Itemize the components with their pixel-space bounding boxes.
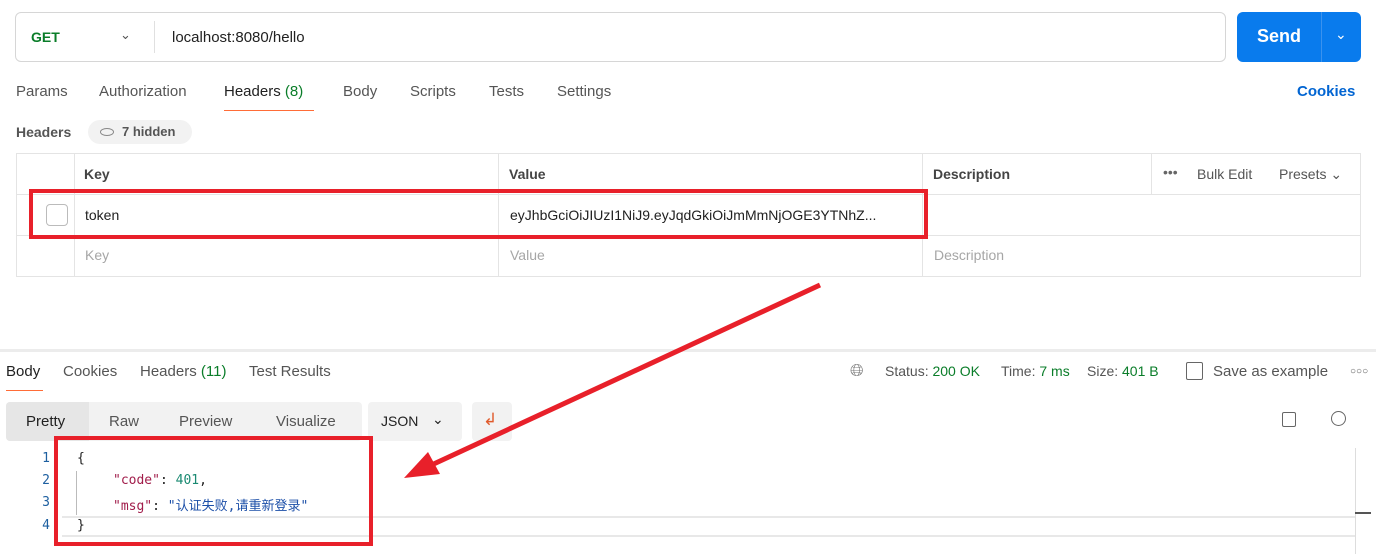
annotation-arrow	[423, 282, 822, 471]
arrow-head	[404, 452, 440, 478]
annotation-overlay	[29, 189, 928, 546]
annotation-box	[29, 189, 928, 239]
annotation-box	[54, 436, 373, 546]
